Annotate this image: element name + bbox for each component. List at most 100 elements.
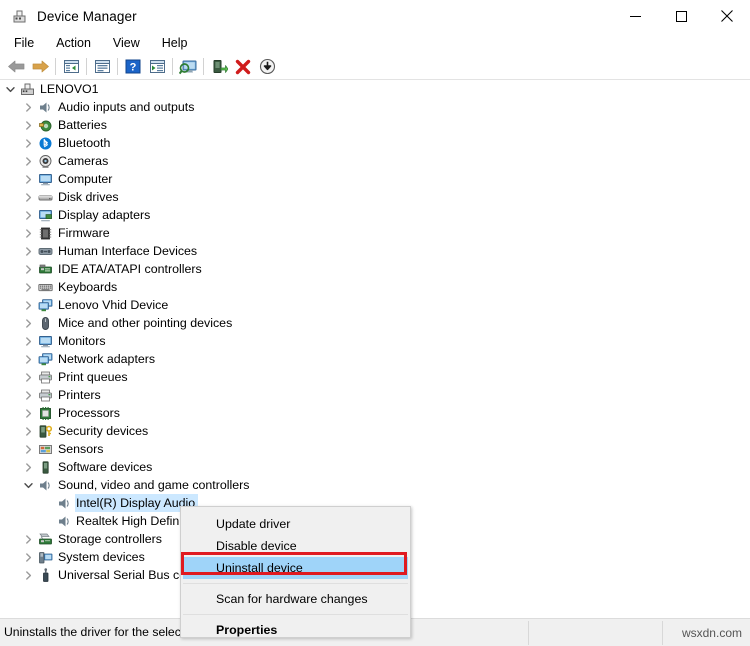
tree-item-disk-drives[interactable]: Disk drives bbox=[0, 188, 750, 206]
chevron-right-icon[interactable] bbox=[20, 350, 36, 368]
monitor-icon bbox=[36, 332, 54, 350]
tree-item-label: Sensors bbox=[58, 442, 104, 456]
chevron-right-icon[interactable] bbox=[20, 548, 36, 566]
tree-item-ide-ata-atapi-controllers[interactable]: IDE ATA/ATAPI controllers bbox=[0, 260, 750, 278]
tree-item-firmware[interactable]: Firmware bbox=[0, 224, 750, 242]
tree-item-security-devices[interactable]: Security devices bbox=[0, 422, 750, 440]
download-icon[interactable] bbox=[255, 55, 279, 78]
tree-item-audio-inputs-and-outputs[interactable]: Audio inputs and outputs bbox=[0, 98, 750, 116]
tree-item-processors[interactable]: Processors bbox=[0, 404, 750, 422]
tree-item-sound-video-and-game-controllers[interactable]: Sound, video and game controllers bbox=[0, 476, 750, 494]
minimize-button[interactable] bbox=[612, 0, 658, 32]
context-menu-item-uninstall-device[interactable]: Uninstall device bbox=[183, 557, 408, 579]
maximize-button[interactable] bbox=[658, 0, 704, 32]
scan-for-hardware-changes-icon[interactable] bbox=[176, 55, 200, 78]
menu-view[interactable]: View bbox=[103, 34, 150, 52]
chevron-right-icon[interactable] bbox=[20, 224, 36, 242]
chevron-right-icon[interactable] bbox=[20, 314, 36, 332]
update-driver-icon[interactable] bbox=[145, 55, 169, 78]
chevron-right-icon[interactable] bbox=[20, 260, 36, 278]
chevron-right-icon[interactable] bbox=[20, 206, 36, 224]
chevron-right-icon[interactable] bbox=[20, 296, 36, 314]
tree-item-network-adapters[interactable]: Network adapters bbox=[0, 350, 750, 368]
toolbar: ? bbox=[0, 54, 750, 80]
chevron-right-icon[interactable] bbox=[20, 116, 36, 134]
chevron-down-icon[interactable] bbox=[2, 80, 18, 98]
keyboard-icon bbox=[36, 278, 54, 296]
tree-item-monitors[interactable]: Monitors bbox=[0, 332, 750, 350]
firmware-chip-icon bbox=[36, 224, 54, 242]
tree-item-keyboards[interactable]: Keyboards bbox=[0, 278, 750, 296]
printer-icon bbox=[36, 386, 54, 404]
context-menu-separator bbox=[183, 583, 408, 584]
context-menu[interactable]: Update driver Disable device Uninstall d… bbox=[180, 506, 411, 638]
context-menu-item-properties[interactable]: Properties bbox=[181, 619, 410, 641]
display-adapter-icon bbox=[36, 206, 54, 224]
security-device-icon bbox=[36, 422, 54, 440]
context-menu-item-update-driver[interactable]: Update driver bbox=[181, 513, 410, 535]
chevron-right-icon[interactable] bbox=[20, 422, 36, 440]
system-device-icon bbox=[36, 548, 54, 566]
tree-item-label: Keyboards bbox=[58, 280, 118, 294]
chevron-right-icon[interactable] bbox=[20, 188, 36, 206]
show-hide-console-tree-icon[interactable] bbox=[59, 55, 83, 78]
toolbar-separator bbox=[86, 58, 87, 75]
chevron-right-icon[interactable] bbox=[20, 458, 36, 476]
network-adapter-icon bbox=[36, 350, 54, 368]
help-icon[interactable]: ? bbox=[121, 55, 145, 78]
ide-controller-icon bbox=[36, 260, 54, 278]
tree-item-mice-and-other-pointing-devices[interactable]: Mice and other pointing devices bbox=[0, 314, 750, 332]
tree-item-software-devices[interactable]: Software devices bbox=[0, 458, 750, 476]
chevron-right-icon[interactable] bbox=[20, 98, 36, 116]
watermark-text: wsxdn.com bbox=[681, 626, 742, 640]
tree-item-label: Storage controllers bbox=[58, 532, 162, 546]
battery-icon bbox=[36, 116, 54, 134]
chevron-right-icon[interactable] bbox=[20, 368, 36, 386]
window-title: Device Manager bbox=[37, 8, 137, 24]
chevron-right-icon[interactable] bbox=[20, 530, 36, 548]
menu-file[interactable]: File bbox=[4, 34, 44, 52]
chevron-right-icon[interactable] bbox=[20, 134, 36, 152]
menu-help[interactable]: Help bbox=[152, 34, 198, 52]
context-menu-item-scan-for-hardware-changes[interactable]: Scan for hardware changes bbox=[181, 588, 410, 610]
uninstall-device-icon[interactable] bbox=[231, 55, 255, 78]
chevron-right-icon[interactable] bbox=[20, 404, 36, 422]
chevron-right-icon[interactable] bbox=[20, 386, 36, 404]
tree-item-display-adapters[interactable]: Display adapters bbox=[0, 206, 750, 224]
chevron-right-icon[interactable] bbox=[20, 278, 36, 296]
computer-root-icon bbox=[18, 80, 36, 98]
properties-icon[interactable] bbox=[90, 55, 114, 78]
tree-item-batteries[interactable]: Batteries bbox=[0, 116, 750, 134]
chevron-down-icon[interactable] bbox=[20, 476, 36, 494]
tree-item-label: Display adapters bbox=[58, 208, 151, 222]
tree-item-printers[interactable]: Printers bbox=[0, 386, 750, 404]
tree-item-label: Mice and other pointing devices bbox=[58, 316, 233, 330]
tree-item-lenovo-vhid-device[interactable]: Lenovo Vhid Device bbox=[0, 296, 750, 314]
close-button[interactable] bbox=[704, 0, 750, 32]
tree-item-cameras[interactable]: Cameras bbox=[0, 152, 750, 170]
chevron-right-icon[interactable] bbox=[20, 566, 36, 584]
forward-icon[interactable] bbox=[28, 55, 52, 78]
speaker-icon bbox=[55, 512, 73, 530]
chevron-right-icon[interactable] bbox=[20, 152, 36, 170]
tree-item-bluetooth[interactable]: Bluetooth bbox=[0, 134, 750, 152]
tree-item-human-interface-devices[interactable]: Human Interface Devices bbox=[0, 242, 750, 260]
tree-item-label: Computer bbox=[58, 172, 113, 186]
tree-item-sensors[interactable]: Sensors bbox=[0, 440, 750, 458]
tree-item-print-queues[interactable]: Print queues bbox=[0, 368, 750, 386]
chevron-right-icon[interactable] bbox=[20, 170, 36, 188]
enable-device-icon[interactable] bbox=[207, 55, 231, 78]
speaker-icon bbox=[55, 494, 73, 512]
tree-item-computer[interactable]: Computer bbox=[0, 170, 750, 188]
tree-item-label: Printers bbox=[58, 388, 101, 402]
storage-controller-icon bbox=[36, 530, 54, 548]
context-menu-item-disable-device[interactable]: Disable device bbox=[181, 535, 410, 557]
camera-icon bbox=[36, 152, 54, 170]
chevron-right-icon[interactable] bbox=[20, 332, 36, 350]
tree-root-lenovo1[interactable]: LENOVO1 bbox=[0, 80, 750, 98]
chevron-right-icon[interactable] bbox=[20, 440, 36, 458]
menu-action[interactable]: Action bbox=[46, 34, 101, 52]
back-icon[interactable] bbox=[4, 55, 28, 78]
chevron-right-icon[interactable] bbox=[20, 242, 36, 260]
device-manager-window: Device Manager File Action View Help ? L… bbox=[0, 0, 750, 646]
